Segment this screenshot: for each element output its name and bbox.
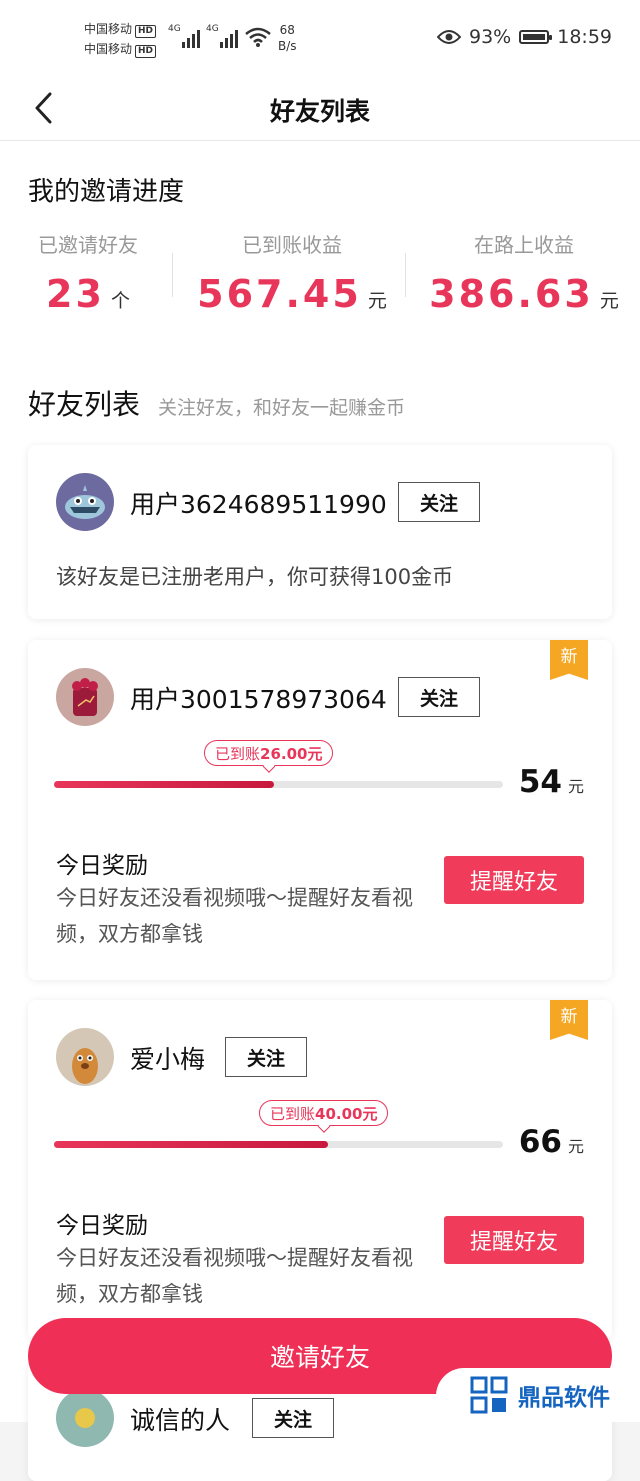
reward-title: 今日奖励: [56, 1213, 148, 1239]
stat-pending-label: 在路上收益: [474, 233, 574, 257]
friend-name: 爱小梅: [130, 1045, 206, 1074]
new-badge: 新: [550, 1000, 588, 1040]
amount-value: 66: [518, 1124, 562, 1160]
received-bubble: 已到账 40.00元: [259, 1100, 389, 1126]
bubble-amount: 40.00元: [315, 1104, 378, 1123]
brand-logo-icon: [470, 1376, 508, 1414]
carrier-1: 中国移动 HD: [84, 20, 157, 38]
bubble-amount: 26.00元: [260, 744, 323, 763]
new-badge: 新: [550, 640, 588, 680]
watermark: 鼎品软件: [436, 1368, 640, 1422]
stat-received-value: 567.45: [197, 272, 362, 316]
status-bar: 中国移动 HD 中国移动 HD 4G 4G 68 B/s 93% 18:59: [0, 0, 640, 76]
remind-friend-button[interactable]: 提醒好友: [444, 1216, 584, 1264]
progress-bar: [54, 781, 503, 788]
invite-progress-section: 我的邀请进度 已邀请好友 23 个 已到账收益 567.45 元 在路上收益 386…: [0, 141, 640, 361]
stat-pending-value: 386.63: [429, 272, 594, 316]
avatar[interactable]: [56, 668, 114, 726]
page-title: 好友列表: [269, 97, 370, 126]
stat-invited: 已邀请好友 23 个: [28, 229, 148, 316]
amount-unit: 元: [567, 1137, 584, 1156]
reward-desc: 今日好友还没看视频哦～提醒好友看视频，双方都拿钱: [56, 886, 413, 946]
signal-icon: [182, 30, 200, 48]
follow-button[interactable]: 关注: [398, 677, 480, 717]
stat-invited-label: 已邀请好友: [38, 233, 138, 257]
friend-list-subtitle: 关注好友，和好友一起赚金币: [158, 397, 406, 419]
amount-unit: 元: [567, 777, 584, 796]
stat-received-unit: 元: [367, 290, 387, 312]
friend-card: 用户3624689511990 关注 该好友是已注册老用户，你可获得100金币: [28, 445, 612, 619]
friend-amount: 66 元: [519, 1124, 584, 1160]
remind-friend-button[interactable]: 提醒好友: [444, 856, 584, 904]
eye-icon: [437, 30, 461, 44]
avatar[interactable]: [56, 1028, 114, 1086]
friend-amount: 54 元: [519, 764, 584, 800]
network-type-1: 4G: [168, 24, 181, 34]
friend-name: 用户3624689511990: [130, 490, 387, 519]
clock: 18:59: [557, 26, 612, 48]
friend-list-title: 好友列表: [28, 388, 141, 421]
battery-percent: 93%: [469, 26, 512, 48]
avatar[interactable]: [56, 1389, 114, 1447]
divider: [405, 253, 406, 297]
divider: [172, 253, 173, 297]
stat-pending: 在路上收益 386.63 元: [424, 229, 624, 316]
reward-desc: 今日好友还没看视频哦～提醒好友看视频，双方都拿钱: [56, 1246, 413, 1306]
header: 好友列表: [0, 76, 640, 141]
stat-received: 已到账收益 567.45 元: [192, 229, 392, 316]
status-right: 93% 18:59: [437, 26, 612, 48]
network-speed: 68 B/s: [278, 23, 297, 53]
reward-title: 今日奖励: [56, 853, 148, 879]
network-type-2: 4G: [206, 24, 219, 34]
signal-icon: [220, 30, 238, 48]
bubble-label: 已到账: [270, 1104, 316, 1123]
stat-received-label: 已到账收益: [242, 233, 342, 257]
follow-button[interactable]: 关注: [398, 482, 480, 522]
bubble-label: 已到账: [215, 744, 261, 763]
friend-list-section: 好友列表 关注好友，和好友一起赚金币 用户3624689511990 关注 该好…: [0, 361, 640, 1481]
stat-invited-unit: 个: [110, 290, 130, 312]
follow-button[interactable]: 关注: [252, 1398, 334, 1438]
friend-name: 用户3001578973064: [130, 685, 387, 714]
friend-card: 新 爱小梅 关注 已到账 40.00元 66 元 今日奖励 今日好友还没看视频哦～提…: [28, 1000, 612, 1340]
avatar[interactable]: [56, 473, 114, 531]
friend-name: 诚信的人: [130, 1406, 231, 1435]
friend-card: 新 用户3001578973064 关注 已到账 26.00元 54 元 今日奖励 …: [28, 640, 612, 980]
stat-pending-unit: 元: [599, 290, 619, 312]
progress-fill: [54, 781, 274, 788]
received-bubble: 已到账 26.00元: [204, 740, 334, 766]
amount-value: 54: [518, 764, 562, 800]
battery-icon: [519, 30, 553, 44]
stat-invited-value: 23: [46, 272, 105, 316]
progress-bar: [54, 1141, 503, 1148]
follow-button[interactable]: 关注: [225, 1037, 307, 1077]
progress-fill: [54, 1141, 328, 1148]
friend-note: 该好友是已注册老用户，你可获得100金币: [56, 565, 454, 589]
watermark-text: 鼎品软件: [518, 1385, 610, 1411]
carrier-2: 中国移动 HD: [84, 40, 157, 58]
wifi-icon: [245, 27, 271, 47]
progress-title: 我的邀请进度: [28, 177, 185, 207]
